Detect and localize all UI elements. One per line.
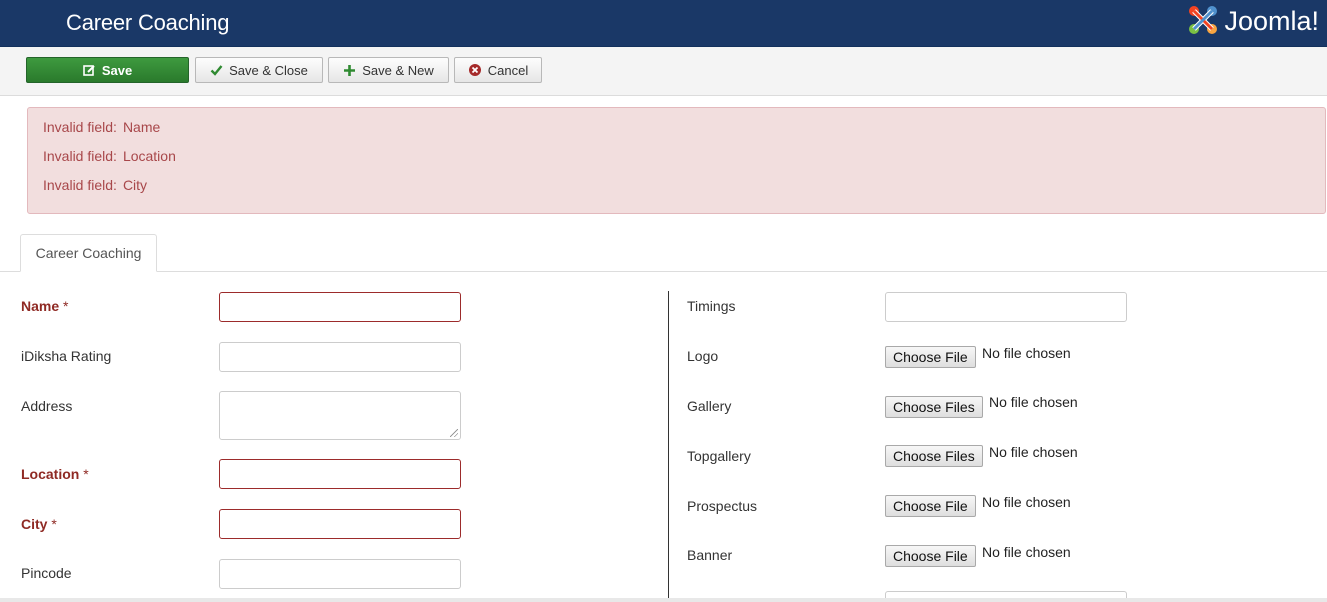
scroll-edge — [0, 598, 1327, 602]
topgallery-file-status: No file chosen — [989, 444, 1078, 460]
gallery-file-status: No file chosen — [989, 394, 1078, 410]
logo-label: Logo — [687, 348, 719, 364]
cancel-label: Cancel — [487, 62, 529, 78]
topgallery-choose-files-button[interactable]: Choose Files — [885, 445, 983, 467]
alert-line-name: Invalid field: Name — [43, 119, 161, 135]
topgallery-label: Topgallery — [687, 448, 751, 464]
prospectus-file-status: No file chosen — [982, 494, 1071, 510]
city-input[interactable] — [219, 509, 461, 539]
alert-line-city: Invalid field: City — [43, 177, 148, 193]
save-button[interactable]: Save — [26, 57, 189, 83]
address-textarea[interactable] — [219, 391, 461, 440]
address-label: Address — [21, 398, 73, 414]
city-label: City * — [21, 516, 57, 532]
column-divider — [668, 291, 669, 602]
page-title: Career Coaching — [66, 10, 230, 35]
save-close-button[interactable]: Save & Close — [195, 57, 323, 83]
location-label: Location * — [21, 466, 89, 482]
alert-line-location: Invalid field: Location — [43, 148, 176, 164]
joomla-brand[interactable]: Joomla! — [1186, 3, 1319, 39]
banner-label: Banner — [687, 547, 733, 563]
rating-label: iDiksha Rating — [21, 348, 112, 364]
save-new-label: Save & New — [362, 62, 434, 78]
banner-choose-file-button[interactable]: Choose File — [885, 545, 976, 567]
name-label: Name * — [21, 298, 69, 314]
location-input[interactable] — [219, 459, 461, 489]
rating-input[interactable] — [219, 342, 461, 372]
tab-divider — [0, 271, 1327, 272]
cancel-circle-icon — [468, 63, 482, 77]
toolbar: Save Save & Close Save & New Cancel — [0, 47, 1327, 96]
save-close-label: Save & Close — [229, 62, 308, 78]
gallery-label: Gallery — [687, 398, 732, 414]
timings-input[interactable] — [885, 292, 1127, 322]
save-label: Save — [101, 62, 133, 78]
prospectus-label: Prospectus — [687, 498, 758, 514]
pincode-input[interactable] — [219, 559, 461, 589]
banner-file-status: No file chosen — [982, 544, 1071, 560]
plus-icon — [343, 64, 356, 77]
error-alert: Invalid field: Name Invalid field: Locatio… — [27, 107, 1326, 214]
cancel-button[interactable]: Cancel — [454, 57, 542, 83]
resize-handle-icon[interactable] — [450, 429, 458, 437]
save-new-button[interactable]: Save & New — [328, 57, 449, 83]
name-input[interactable] — [219, 292, 461, 322]
gallery-choose-files-button[interactable]: Choose Files — [885, 396, 983, 418]
tab-career-coaching[interactable]: Career Coaching — [20, 234, 157, 272]
edit-icon — [83, 64, 96, 77]
pincode-label: Pincode — [21, 565, 72, 581]
joomla-logo-icon — [1186, 3, 1220, 40]
timings-label: Timings — [687, 298, 736, 314]
app-header: Career Coaching Joomla! — [0, 0, 1327, 47]
joomla-wordmark: Joomla! — [1224, 5, 1319, 36]
logo-file-status: No file chosen — [982, 345, 1071, 361]
check-icon — [210, 64, 223, 76]
logo-choose-file-button[interactable]: Choose File — [885, 346, 976, 368]
prospectus-choose-file-button[interactable]: Choose File — [885, 495, 976, 517]
